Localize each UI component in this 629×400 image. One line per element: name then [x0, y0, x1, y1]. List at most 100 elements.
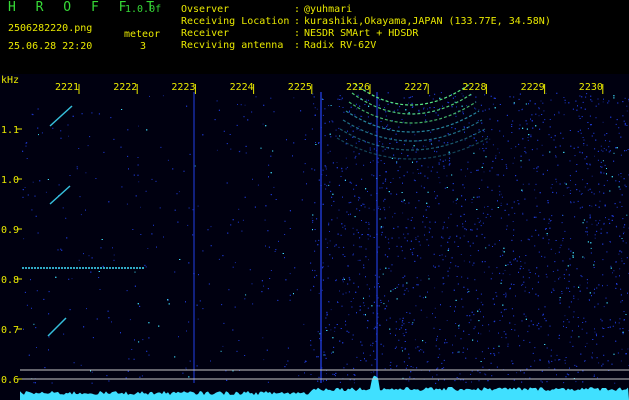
- noise-dot: [145, 190, 147, 192]
- noise-dot: [474, 107, 476, 109]
- noise-dot: [473, 137, 475, 139]
- noise-dot: [623, 263, 625, 265]
- noise-dot: [600, 149, 602, 151]
- noise-dot: [537, 166, 539, 168]
- noise-dot: [298, 375, 300, 377]
- noise-dot: [427, 291, 428, 293]
- noise-dot: [475, 96, 477, 98]
- noise-dot: [621, 300, 623, 302]
- noise-dot: [428, 278, 430, 280]
- noise-dot: [534, 347, 536, 349]
- noise-dot: [497, 148, 499, 150]
- noise-dot: [554, 135, 556, 137]
- noise-dot: [360, 341, 362, 343]
- noise-dot: [357, 259, 359, 261]
- noise-dot: [174, 271, 176, 273]
- noise-dot: [463, 213, 465, 215]
- noise-dot: [589, 205, 591, 207]
- noise-dot: [35, 327, 37, 329]
- noise-dot: [540, 380, 542, 382]
- noise-dot: [326, 247, 328, 248]
- noise-dot: [132, 229, 134, 230]
- noise-dot: [313, 96, 315, 98]
- noise-dot: [615, 180, 617, 182]
- noise-dot: [336, 217, 338, 219]
- noise-dot: [620, 154, 622, 156]
- noise-dot: [127, 370, 129, 372]
- noise-dot: [548, 367, 550, 369]
- noise-dot: [470, 319, 472, 321]
- noise-dot: [385, 267, 387, 269]
- noise-dot: [569, 258, 571, 260]
- noise-dot: [459, 324, 460, 326]
- noise-dot: [314, 229, 316, 230]
- noise-dot: [434, 316, 436, 318]
- noise-dot: [559, 299, 561, 301]
- noise-dot: [454, 310, 455, 312]
- noise-dot: [491, 167, 493, 169]
- noise-dot: [446, 320, 448, 321]
- noise-dot: [595, 220, 597, 222]
- noise-dot: [339, 99, 341, 100]
- noise-dot: [528, 159, 530, 161]
- noise-dot: [146, 350, 148, 352]
- noise-dot: [615, 322, 616, 324]
- noise-dot: [350, 106, 352, 108]
- noise-dot: [625, 186, 627, 188]
- noise-dot: [525, 315, 527, 317]
- noise-dot: [495, 157, 497, 159]
- noise-dot: [482, 366, 484, 368]
- noise-dot: [385, 236, 387, 238]
- noise-dot: [418, 241, 420, 243]
- noise-dot: [383, 207, 385, 209]
- noise-dot: [551, 215, 553, 217]
- noise-dot: [602, 121, 604, 123]
- noise-dot: [538, 322, 540, 324]
- noise-dot: [361, 220, 362, 221]
- noise-dot: [585, 360, 586, 362]
- noise-dot: [103, 151, 105, 153]
- noise-dot: [568, 102, 570, 104]
- noise-dot: [499, 255, 501, 257]
- noise-dot: [353, 151, 355, 153]
- noise-dot: [564, 230, 566, 232]
- noise-dot: [624, 224, 626, 226]
- noise-dot: [627, 292, 628, 294]
- noise-dot: [332, 337, 334, 339]
- noise-dot: [159, 207, 161, 209]
- noise-dot: [134, 271, 136, 273]
- noise-dot: [443, 142, 445, 144]
- noise-dot: [625, 150, 627, 152]
- noise-dot: [339, 290, 340, 292]
- noise-dot: [581, 116, 583, 118]
- noise-dot: [370, 372, 372, 374]
- noise-dot: [542, 154, 544, 156]
- noise-dot: [438, 162, 440, 164]
- noise-dot: [361, 178, 363, 180]
- noise-dot: [559, 183, 561, 185]
- noise-dot: [603, 306, 605, 308]
- noise-dot: [416, 161, 418, 163]
- noise-dot: [416, 367, 418, 369]
- noise-dot: [541, 144, 543, 146]
- noise-dot: [481, 351, 483, 353]
- noise-dot: [568, 274, 570, 276]
- noise-dot: [188, 321, 190, 323]
- noise-dot: [572, 255, 574, 257]
- noise-dot: [370, 161, 371, 163]
- noise-dot: [558, 334, 560, 336]
- noise-dot: [500, 202, 502, 204]
- noise-dot: [420, 279, 422, 281]
- noise-dot: [402, 121, 404, 123]
- noise-dot: [559, 247, 561, 249]
- noise-dot: [417, 284, 419, 286]
- noise-dot: [440, 245, 442, 247]
- noise-dot: [388, 267, 390, 269]
- noise-dot: [626, 110, 628, 112]
- noise-dot: [570, 180, 571, 181]
- noise-dot: [564, 182, 566, 184]
- noise-dot: [357, 94, 359, 96]
- noise-dot: [350, 213, 351, 215]
- noise-dot: [372, 160, 374, 162]
- noise-dot: [528, 277, 530, 279]
